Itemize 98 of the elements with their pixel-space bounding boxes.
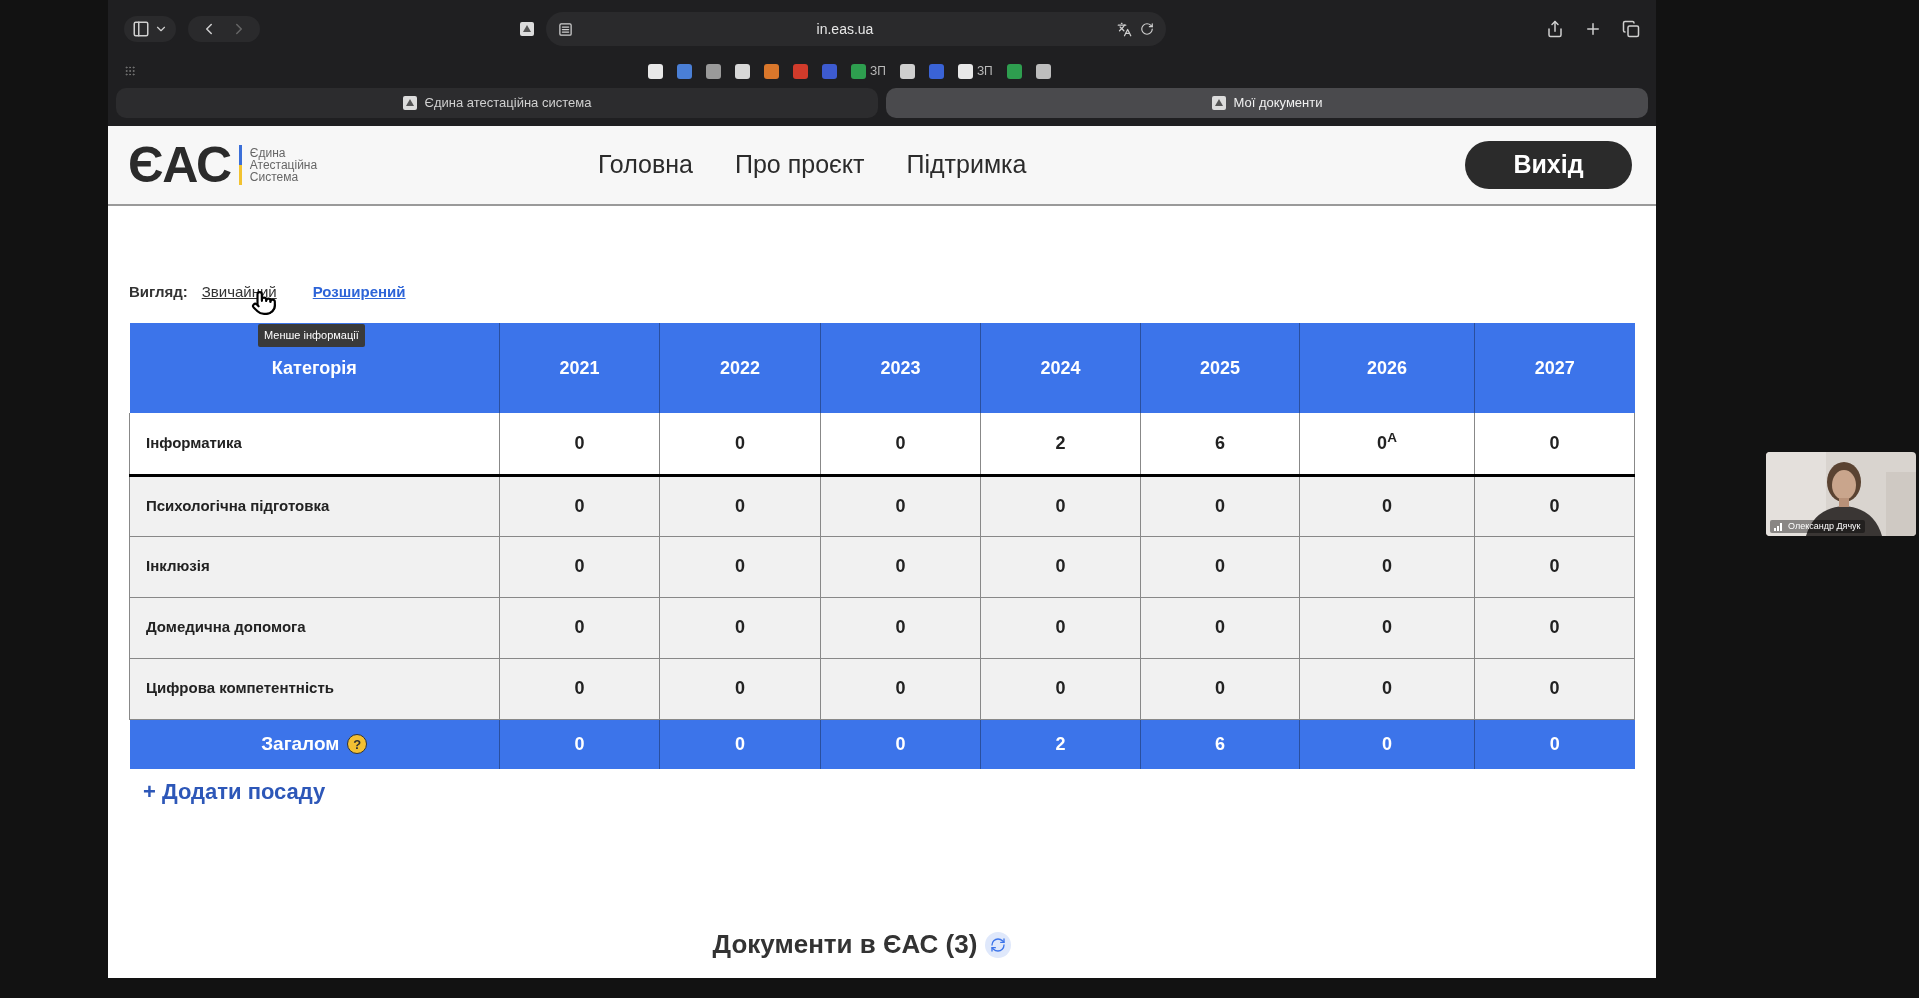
signal-bars-icon bbox=[1774, 521, 1784, 531]
column-header: 2022 bbox=[659, 323, 821, 413]
total-cell: 6 bbox=[1140, 719, 1300, 769]
bookmark-icon[interactable] bbox=[706, 63, 721, 79]
total-cell: 0 bbox=[659, 719, 821, 769]
table-cell: 0 bbox=[820, 658, 981, 719]
table-cell: 0 bbox=[659, 597, 821, 658]
help-badge[interactable]: ? bbox=[347, 734, 368, 755]
table-cell: 0 bbox=[1140, 658, 1300, 719]
bookmark-icon[interactable] bbox=[899, 63, 915, 79]
url-text: in.eas.ua bbox=[815, 19, 875, 39]
table-cell: 0 bbox=[980, 597, 1141, 658]
tooltip: Менше інформації bbox=[258, 324, 365, 347]
total-label: Загалом bbox=[261, 732, 340, 756]
nav-link[interactable]: Підтримка bbox=[906, 146, 1027, 184]
logo-divider bbox=[238, 145, 242, 185]
table-cell: 0 bbox=[1474, 658, 1635, 719]
table-cell: 0 bbox=[659, 475, 821, 536]
bookmark-icon[interactable] bbox=[957, 63, 973, 79]
nav-link[interactable]: Про проєкт bbox=[735, 146, 865, 184]
site-icon bbox=[520, 22, 534, 36]
reload-icon[interactable] bbox=[1140, 22, 1154, 36]
total-cell: 0 bbox=[1474, 719, 1635, 769]
translate-icon[interactable] bbox=[1117, 21, 1132, 37]
table-cell: 0 bbox=[1299, 658, 1475, 719]
bookmark-label[interactable]: ЗП bbox=[976, 62, 993, 80]
address-bar[interactable]: in.eas.ua bbox=[546, 12, 1166, 46]
total-cell: 0 bbox=[499, 719, 660, 769]
table-cell: 0 bbox=[1299, 597, 1475, 658]
column-header: 2026 bbox=[1299, 323, 1475, 413]
tab-title: Єдина атестаційна система bbox=[424, 94, 592, 113]
logo-text: Система bbox=[249, 171, 299, 183]
category-cell: Інформатика bbox=[129, 413, 500, 475]
nav-link[interactable]: Головна bbox=[598, 146, 693, 184]
sidebar-icon[interactable] bbox=[132, 20, 150, 38]
table-cell: 0 bbox=[499, 475, 660, 536]
table-cell: 0 bbox=[980, 536, 1141, 597]
share-icon[interactable] bbox=[1546, 20, 1564, 38]
total-cell: 0 bbox=[1299, 719, 1475, 769]
logout-button[interactable]: Вихід bbox=[1465, 141, 1632, 189]
table-cell: 0 bbox=[980, 475, 1141, 536]
table-cell: 0 bbox=[1474, 475, 1635, 536]
category-cell: Психологічна підготовка bbox=[129, 475, 500, 536]
bookmark-icon[interactable] bbox=[735, 63, 750, 79]
site-icon bbox=[402, 96, 417, 110]
view-option-link[interactable]: Розширений bbox=[312, 280, 406, 304]
column-header: 2025 bbox=[1140, 323, 1300, 413]
table-cell: 0 bbox=[820, 413, 981, 475]
table-cell: 0 bbox=[820, 597, 981, 658]
documents-heading: Документи в ЄАС (3) bbox=[712, 928, 978, 961]
table-cell: 0 bbox=[1474, 413, 1635, 475]
refresh-icon[interactable] bbox=[985, 931, 1012, 958]
table-cell: 0 bbox=[1140, 475, 1300, 536]
table-cell: 0 bbox=[980, 658, 1141, 719]
add-position-link[interactable]: + Додати посаду bbox=[143, 775, 1635, 808]
table-cell: 0 bbox=[1474, 536, 1635, 597]
table-cell: 0 bbox=[820, 475, 981, 536]
column-header: 2024 bbox=[980, 323, 1141, 413]
table-cell: 0 bbox=[1140, 536, 1300, 597]
view-label: Вигляд: bbox=[129, 281, 188, 302]
bookmark-icon[interactable] bbox=[1035, 63, 1051, 79]
new-tab-icon[interactable] bbox=[1584, 20, 1602, 38]
tabs-overview-icon[interactable] bbox=[1622, 20, 1640, 38]
tab-title: Мої документи bbox=[1233, 94, 1323, 113]
table-cell: 0 bbox=[499, 597, 660, 658]
category-cell: Інклюзія bbox=[129, 536, 500, 597]
table-cell: 0 bbox=[1299, 536, 1475, 597]
table-cell: 0 bbox=[659, 413, 821, 475]
table-cell: 0 bbox=[1299, 475, 1475, 536]
logo-text: Атестаційна bbox=[249, 159, 318, 171]
page-menu-icon[interactable] bbox=[558, 21, 573, 37]
bookmark-label[interactable]: ЗП bbox=[870, 62, 886, 80]
table-cell: 6 bbox=[1140, 413, 1300, 475]
logo-text: Єдина bbox=[249, 147, 286, 159]
bookmark-icon[interactable] bbox=[648, 63, 663, 79]
table-cell: 0 bbox=[499, 658, 660, 719]
column-header: 2021 bbox=[499, 323, 660, 413]
column-header: 2023 bbox=[820, 323, 981, 413]
site-icon bbox=[1211, 96, 1226, 110]
table-cell: 0 bbox=[499, 413, 660, 475]
apps-grid-icon[interactable] bbox=[124, 65, 136, 77]
browser-tab[interactable]: Єдина атестаційна система bbox=[116, 88, 878, 118]
table-cell: 0 bbox=[659, 658, 821, 719]
table-cell: 0 bbox=[499, 536, 660, 597]
total-cell: 2 bbox=[980, 719, 1141, 769]
browser-tab[interactable]: Мої документи bbox=[886, 88, 1648, 118]
total-cell: 0 bbox=[820, 719, 981, 769]
category-cell: Домедична допомога bbox=[129, 597, 500, 658]
table-cell: 0 bbox=[1140, 597, 1300, 658]
table-cell: 2 bbox=[980, 413, 1141, 475]
table-cell: 0 bbox=[659, 536, 821, 597]
column-header: 2027 bbox=[1474, 323, 1635, 413]
table-cell: 0 bbox=[1474, 597, 1635, 658]
logo-mark[interactable]: ЄАС bbox=[128, 140, 231, 190]
participant-name: Олександр Дячук bbox=[1788, 519, 1861, 533]
table-cell: 0 bbox=[820, 536, 981, 597]
table-cell: 0$^{А}$ bbox=[1299, 413, 1475, 475]
category-cell: Цифрова компетентність bbox=[129, 658, 500, 719]
